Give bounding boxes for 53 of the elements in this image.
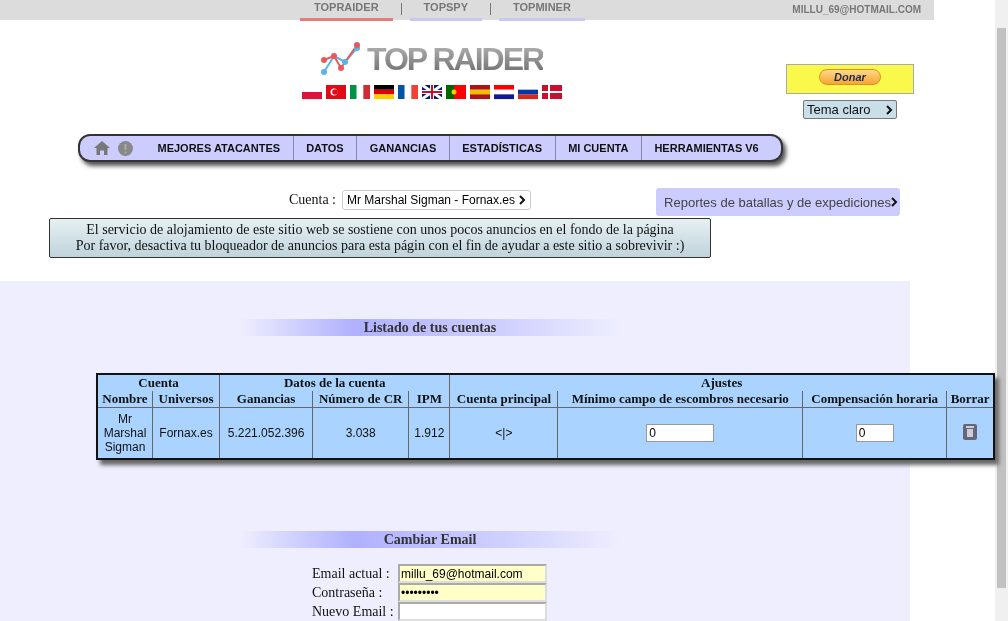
column-header: Nombre xyxy=(97,391,153,408)
table-cell: 3.038 xyxy=(345,426,376,440)
group-header: Ajustes xyxy=(449,374,994,391)
email-field[interactable] xyxy=(398,602,547,621)
donate-button[interactable]: Donar xyxy=(819,69,881,85)
email-field[interactable]: ••••••••• xyxy=(398,583,547,602)
trash-icon[interactable] xyxy=(963,423,978,440)
number-field[interactable]: 0 xyxy=(646,424,715,442)
column-header: Mínimo campo de escombros necesario xyxy=(557,391,803,408)
theme-button[interactable]: Tema claro xyxy=(803,100,897,119)
field-label: Email actual : xyxy=(312,565,391,582)
nav-item[interactable]: GANANCIAS xyxy=(356,136,449,160)
reports-button[interactable]: Reportes de batallas y de expediciones xyxy=(656,188,900,216)
nav-item[interactable]: ESTADÍSTICAS xyxy=(448,136,555,160)
scrollbar[interactable] xyxy=(995,0,1008,621)
chevron-icon xyxy=(519,195,527,205)
account-select[interactable]: Mr Marshal Sigman - Fornax.es xyxy=(342,190,532,210)
group-header: Datos de la cuenta xyxy=(219,374,450,391)
graph-logo-icon xyxy=(320,42,363,76)
flag-icon[interactable] xyxy=(470,84,490,100)
nav-item[interactable]: MEJORES ATACANTES xyxy=(145,136,293,160)
user-email: MILLU_69@HOTMAIL.COM xyxy=(792,3,921,15)
chevron-icon xyxy=(891,197,898,207)
flag-icon[interactable] xyxy=(398,84,418,100)
table-cell: <|> xyxy=(495,426,513,440)
column-header: IPM xyxy=(408,391,450,408)
nav-item[interactable]: DATOS xyxy=(292,136,357,160)
flag-icon[interactable] xyxy=(446,84,466,100)
table-cell: Mr Marshal Sigman xyxy=(103,412,147,454)
table-cell: 5.221.052.396 xyxy=(227,426,305,440)
column-header: Compensación horaria xyxy=(802,391,947,408)
flag-icon[interactable] xyxy=(374,84,394,100)
chevron-icon xyxy=(886,104,893,115)
table-cell: 1.912 xyxy=(414,426,445,440)
notice-text: Por favor, desactiva tu bloqueador de anuncios para esta págin con el fin de ayudar a este sitio a sobrevivir :) xyxy=(74,238,686,254)
account-label: Cuenta : xyxy=(288,192,336,208)
column-header: Universos xyxy=(152,391,220,408)
table-cell: Fornax.es xyxy=(159,426,213,440)
notice-text: El servicio de alojamiento de este sitio web se sostiene con unos pocos anuncios en el fondo de la página xyxy=(85,222,675,238)
field-label: Nuevo Email : xyxy=(312,603,395,620)
nav-item[interactable]: HERRAMIENTAS V6 xyxy=(640,136,772,160)
home-icon[interactable] xyxy=(94,141,110,155)
number-field[interactable]: 0 xyxy=(855,424,894,442)
column-header: Cuenta principal xyxy=(449,391,558,408)
group-header: Cuenta xyxy=(97,374,220,391)
flag-icon[interactable] xyxy=(494,84,514,100)
field-label: Contraseña : xyxy=(312,584,384,601)
column-header: Borrar xyxy=(946,391,994,408)
email-field[interactable]: millu_69@hotmail.com xyxy=(398,564,547,583)
nav-item[interactable]: MI CUENTA xyxy=(554,136,641,160)
column-header: Ganancias xyxy=(219,391,313,408)
column-header: Número de CR xyxy=(312,391,409,408)
flag-icon[interactable] xyxy=(422,84,442,100)
